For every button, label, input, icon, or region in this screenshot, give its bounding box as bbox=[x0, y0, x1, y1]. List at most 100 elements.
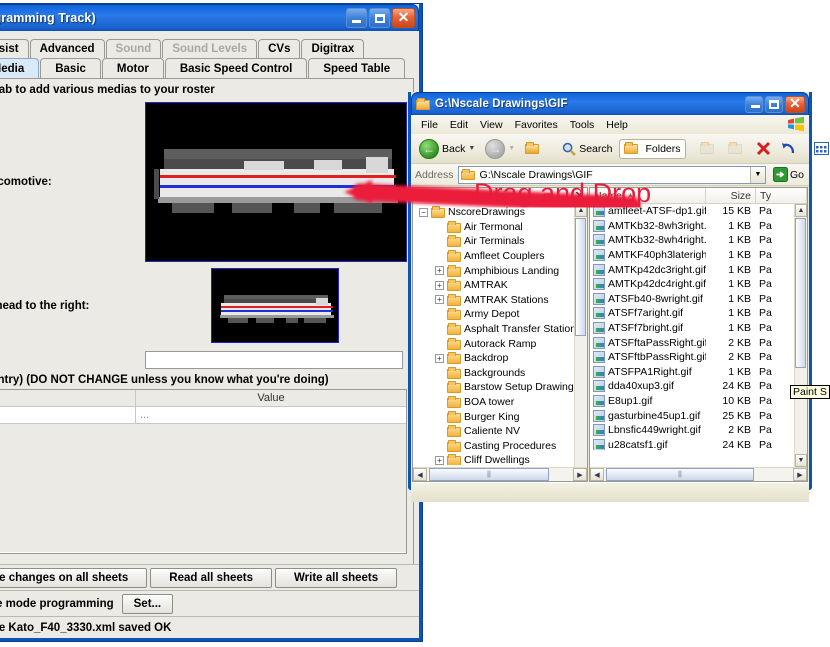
scroll-up-button[interactable]: ▲ bbox=[795, 204, 807, 217]
set-button[interactable]: Set... bbox=[122, 594, 173, 614]
address-dropdown-icon[interactable]: ▼ bbox=[750, 167, 765, 183]
column-header-value[interactable]: Value bbox=[136, 390, 406, 406]
write-changes-on-all-sheets-button[interactable]: Write changes on all sheets bbox=[0, 568, 147, 588]
tab-cvs[interactable]: CVs bbox=[258, 39, 300, 58]
locomotive-icon-image[interactable] bbox=[211, 268, 339, 343]
column-header-type[interactable]: Ty bbox=[756, 188, 807, 203]
folder-tree-item[interactable]: Backgrounds bbox=[413, 366, 587, 381]
file-name-cell[interactable]: AMTKp42dc3right.gif bbox=[590, 264, 706, 276]
menu-item-view[interactable]: View bbox=[474, 118, 509, 132]
file-list-row[interactable]: AMTKp42dc4right.gif1 KBPa bbox=[590, 277, 807, 292]
maximize-button[interactable] bbox=[765, 96, 783, 113]
folder-tree-item[interactable]: Autorack Ramp bbox=[413, 336, 587, 351]
scroll-track[interactable]: || bbox=[427, 468, 573, 481]
file-list[interactable]: amfleet-ATSF-dp1.gif15 KBPaAMTKb32-8wh3r… bbox=[590, 204, 807, 450]
folder-tree-item[interactable]: Asphalt Transfer Station bbox=[413, 322, 587, 337]
folder-tree-item[interactable]: +AMTRAK bbox=[413, 278, 587, 293]
files-horizontal-scrollbar[interactable]: ◀ || ▶ bbox=[590, 467, 807, 481]
expand-icon[interactable]: + bbox=[435, 354, 444, 363]
expand-icon[interactable]: + bbox=[435, 266, 444, 275]
close-button[interactable]: ✕ bbox=[785, 96, 805, 113]
expand-icon[interactable]: + bbox=[435, 295, 444, 304]
file-name-cell[interactable]: gasturbine45up1.gif bbox=[590, 410, 706, 422]
read-all-sheets-button[interactable]: Read all sheets bbox=[150, 568, 272, 588]
table-row[interactable]: ... bbox=[0, 407, 406, 424]
folder-tree-item[interactable]: +Backdrop bbox=[413, 351, 587, 366]
scroll-thumb[interactable]: || bbox=[429, 468, 549, 481]
tab-advanced[interactable]: Advanced bbox=[30, 39, 105, 58]
file-name-cell[interactable]: AMTKF40ph3lateright.gif bbox=[590, 249, 706, 261]
folder-tree-item[interactable]: Casting Procedures bbox=[413, 439, 587, 454]
file-name-cell[interactable]: ATSFPA1Right.gif bbox=[590, 366, 706, 378]
folder-tree-item[interactable]: Amfleet Couplers bbox=[413, 249, 587, 264]
file-name-cell[interactable]: AMTKp42dc4right.gif bbox=[590, 278, 706, 290]
scroll-right-button[interactable]: ▶ bbox=[793, 468, 807, 481]
close-button[interactable]: ✕ bbox=[392, 8, 415, 28]
chevron-down-icon[interactable]: ▼ bbox=[468, 145, 475, 152]
scroll-down-button[interactable]: ▼ bbox=[795, 454, 807, 467]
file-list-row[interactable]: AMTKb32-8wh4right.gif1 KBPa bbox=[590, 233, 807, 248]
file-list-row[interactable]: AMTKp42dc3right.gif1 KBPa bbox=[590, 262, 807, 277]
column-header-size[interactable]: Size bbox=[706, 188, 756, 203]
tab-basic-speed-control[interactable]: Basic Speed Control bbox=[165, 58, 307, 78]
tab-roster-media[interactable]: Roster Media bbox=[0, 58, 39, 78]
file-name-cell[interactable]: ATSFftbPassRight.gif bbox=[590, 351, 706, 363]
attribute-name-cell[interactable] bbox=[0, 407, 136, 423]
file-name-cell[interactable]: ATSFf7aright.gif bbox=[590, 307, 706, 319]
search-button[interactable]: Search bbox=[558, 140, 616, 158]
minimize-button[interactable] bbox=[745, 96, 763, 113]
menu-item-edit[interactable]: Edit bbox=[444, 118, 474, 132]
folder-tree-item[interactable]: Caliente NV bbox=[413, 424, 587, 439]
menu-item-help[interactable]: Help bbox=[600, 118, 634, 132]
minimize-button[interactable] bbox=[346, 8, 367, 28]
folder-tree-item[interactable]: Burger King bbox=[413, 409, 587, 424]
menu-item-file[interactable]: File bbox=[415, 118, 444, 132]
folders-horizontal-scrollbar[interactable]: ◀ || ▶ bbox=[413, 467, 587, 481]
menu-item-favorites[interactable]: Favorites bbox=[509, 118, 564, 132]
scroll-left-button[interactable]: ◀ bbox=[413, 468, 427, 481]
tab-consist[interactable]: Consist bbox=[0, 39, 29, 58]
file-list-row[interactable]: ATSFf7aright.gif1 KBPa bbox=[590, 306, 807, 321]
expand-icon[interactable]: + bbox=[435, 456, 444, 465]
file-list-row[interactable]: dda40xup3.gif24 KBPa bbox=[590, 379, 807, 394]
folders-vertical-scrollbar[interactable]: ▲ ▼ bbox=[574, 204, 587, 481]
menu-item-tools[interactable]: Tools bbox=[564, 118, 601, 132]
url-input[interactable] bbox=[145, 351, 403, 369]
file-list-row[interactable]: gasturbine45up1.gif25 KBPa bbox=[590, 408, 807, 423]
scroll-right-button[interactable]: ▶ bbox=[573, 468, 587, 481]
file-list-row[interactable]: AMTKF40ph3lateright.gif1 KBPa bbox=[590, 248, 807, 263]
column-header-name[interactable] bbox=[0, 390, 136, 406]
file-list-row[interactable]: AMTKb32-8wh3right.gif1 KBPa bbox=[590, 219, 807, 234]
collapse-icon[interactable]: − bbox=[419, 208, 428, 217]
undo-button[interactable] bbox=[777, 139, 800, 158]
folder-tree-item[interactable]: +Amphibious Landing bbox=[413, 263, 587, 278]
file-name-cell[interactable]: ATSFf7bright.gif bbox=[590, 322, 706, 334]
write-all-sheets-button[interactable]: Write all sheets bbox=[275, 568, 397, 588]
tab-digitrax[interactable]: Digitrax bbox=[301, 39, 364, 58]
file-name-cell[interactable]: u28catsf1.gif bbox=[590, 439, 706, 450]
folder-tree-item[interactable]: +Cliff Dwellings bbox=[413, 453, 587, 465]
file-list-row[interactable]: Lbnsfic449wright.gif2 KBPa bbox=[590, 423, 807, 438]
file-list-row[interactable]: ATSFb40-8wright.gif1 KBPa bbox=[590, 292, 807, 307]
folder-tree-item[interactable]: Air Terminals bbox=[413, 234, 587, 249]
file-name-cell[interactable]: E8up1.gif bbox=[590, 395, 706, 407]
maximize-button[interactable] bbox=[369, 8, 390, 28]
file-name-cell[interactable]: ATSFftaPassRight.gif bbox=[590, 337, 706, 349]
folder-tree[interactable]: −NscoreDrawingsAir TermonalAir Terminals… bbox=[413, 204, 587, 465]
go-button[interactable]: Go bbox=[770, 167, 807, 182]
files-vertical-scrollbar[interactable]: ▲ ▼ bbox=[794, 204, 807, 467]
explorer-titlebar[interactable]: G:\Nscale Drawings\GIF ✕ bbox=[411, 92, 809, 115]
attribute-table[interactable]: Value ... bbox=[0, 389, 407, 554]
scroll-left-button[interactable]: ◀ bbox=[590, 468, 604, 481]
file-name-cell[interactable]: dda40xup3.gif bbox=[590, 380, 706, 392]
file-list-row[interactable]: ATSFftbPassRight.gif2 KBPa bbox=[590, 350, 807, 365]
file-list-row[interactable]: ATSFf7bright.gif1 KBPa bbox=[590, 321, 807, 336]
file-name-cell[interactable]: AMTKb32-8wh4right.gif bbox=[590, 234, 706, 246]
file-name-cell[interactable]: AMTKb32-8wh3right.gif bbox=[590, 220, 706, 232]
tab-motor[interactable]: Motor bbox=[102, 58, 164, 78]
folder-tree-item[interactable]: Air Termonal bbox=[413, 220, 587, 235]
folder-tree-item[interactable]: Barstow Setup Drawings bbox=[413, 380, 587, 395]
folders-button[interactable]: Folders bbox=[619, 139, 686, 159]
folder-tree-item[interactable]: BOA tower bbox=[413, 395, 587, 410]
file-list-row[interactable]: ATSFPA1Right.gif1 KBPa bbox=[590, 365, 807, 380]
